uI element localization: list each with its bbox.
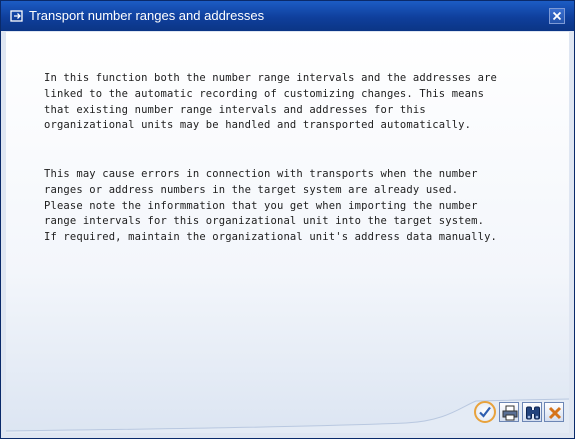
dialog-window: Transport number ranges and addresses In… xyxy=(0,0,575,439)
close-icon xyxy=(552,11,562,21)
close-button[interactable] xyxy=(549,8,565,24)
info-paragraph-1: In this function both the number range i… xyxy=(44,72,498,132)
title-bar[interactable]: Transport number ranges and addresses xyxy=(1,1,574,31)
printer-icon xyxy=(502,405,518,421)
cancel-icon xyxy=(548,406,562,420)
checkmark-icon xyxy=(479,406,491,418)
print-button[interactable] xyxy=(499,402,519,422)
dialog-icon xyxy=(10,10,23,22)
dialog-body: In this function both the number range i… xyxy=(6,32,569,433)
cancel-button[interactable] xyxy=(544,402,564,422)
info-paragraph-2: This may cause errors in connection with… xyxy=(44,168,498,244)
binoculars-icon xyxy=(526,406,540,420)
ok-button[interactable] xyxy=(474,401,496,423)
dialog-title: Transport number ranges and addresses xyxy=(29,8,265,23)
find-button[interactable] xyxy=(522,402,542,422)
